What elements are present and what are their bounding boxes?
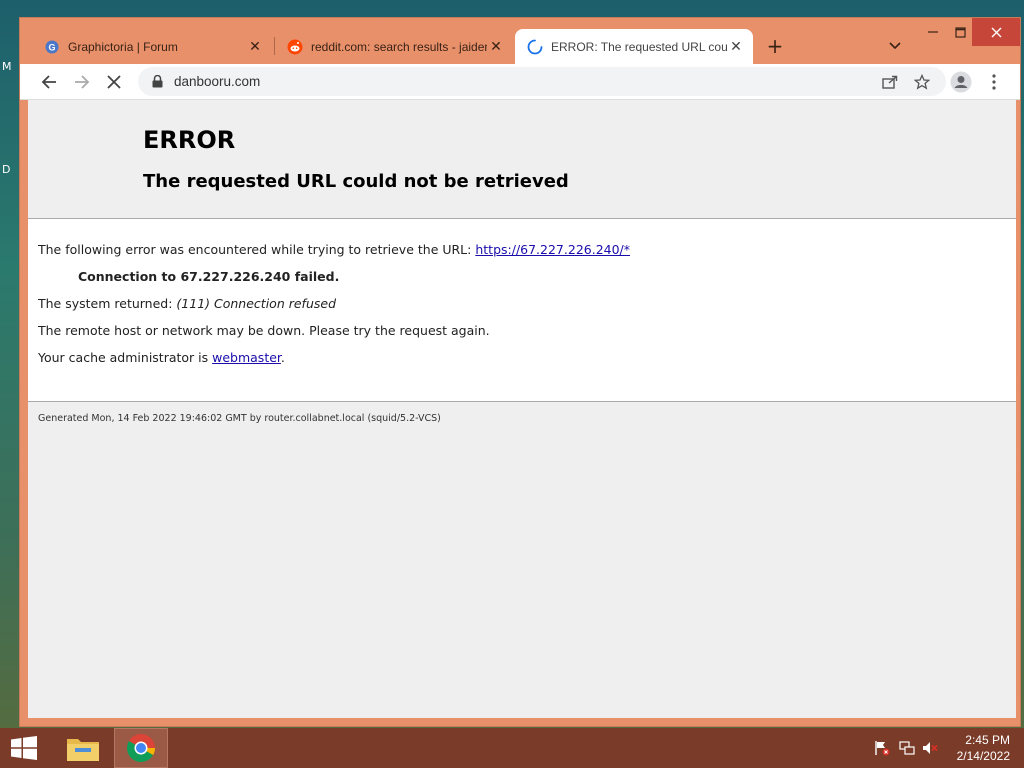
forward-button[interactable] bbox=[69, 69, 95, 95]
tab-error-active[interactable]: ERROR: The requested URL could not be re… bbox=[515, 29, 753, 64]
error-content: The following error was encountered whil… bbox=[28, 219, 1016, 402]
tab-strip: G Graphictoria | Forum ✕ reddit.com: sea… bbox=[20, 18, 1020, 64]
tab-title: ERROR: The requested URL could not be re… bbox=[551, 39, 727, 54]
graphictoria-icon: G bbox=[44, 39, 60, 55]
page-viewport: ERROR The requested URL could not be ret… bbox=[28, 100, 1016, 718]
returned-value: (111) Connection refused bbox=[176, 296, 336, 311]
remote-host-text: The remote host or network may be down. … bbox=[38, 323, 490, 338]
returned-label: The system returned: bbox=[38, 296, 177, 311]
tab-graphictoria[interactable]: G Graphictoria | Forum ✕ bbox=[32, 29, 272, 64]
stop-loading-button[interactable] bbox=[101, 69, 127, 95]
url-text[interactable]: danbooru.com bbox=[174, 74, 260, 89]
tab-title: reddit.com: search results - jaiden bbox=[311, 39, 487, 54]
file-explorer-taskbar-icon[interactable] bbox=[56, 728, 110, 768]
browser-menu-icon[interactable] bbox=[981, 69, 1007, 95]
window-close-button[interactable] bbox=[972, 18, 1020, 46]
generated-footer: Generated Mon, 14 Feb 2022 19:46:02 GMT … bbox=[38, 413, 441, 424]
clock-date: 2/14/2022 bbox=[956, 749, 1010, 763]
admin-text: Your cache administrator is bbox=[38, 350, 213, 365]
windows-start-icon[interactable] bbox=[0, 728, 48, 768]
bookmark-star-icon[interactable] bbox=[909, 69, 935, 95]
webmaster-link[interactable]: webmaster bbox=[212, 350, 281, 365]
taskbar: 2:45 PM 2/14/2022 bbox=[0, 728, 1024, 768]
admin-suffix: . bbox=[280, 350, 285, 365]
close-tab-icon[interactable]: ✕ bbox=[246, 38, 264, 56]
tab-search-chevron-icon[interactable] bbox=[886, 37, 904, 55]
chrome-taskbar-icon[interactable] bbox=[114, 728, 168, 768]
close-tab-icon[interactable]: ✕ bbox=[487, 38, 505, 56]
minimize-button[interactable] bbox=[918, 18, 948, 46]
encounter-text: The following error was encountered whil… bbox=[38, 242, 476, 257]
clock-time: 2:45 PM bbox=[965, 733, 1010, 747]
tab-title: Graphictoria | Forum bbox=[68, 39, 178, 54]
browser-window: G Graphictoria | Forum ✕ reddit.com: sea… bbox=[20, 18, 1020, 726]
system-returned-line: The system returned: (111) Connection re… bbox=[38, 296, 336, 311]
profile-avatar-icon[interactable] bbox=[948, 69, 974, 95]
loading-spinner-icon bbox=[527, 39, 543, 55]
error-title: ERROR bbox=[143, 126, 236, 154]
lock-icon[interactable] bbox=[150, 75, 164, 89]
cache-admin-line: Your cache administrator is webmaster. bbox=[38, 350, 285, 365]
taskbar-clock[interactable]: 2:45 PM 2/14/2022 bbox=[957, 732, 1010, 764]
close-tab-icon[interactable]: ✕ bbox=[727, 38, 745, 56]
connection-failure-text: Connection to 67.227.226.240 failed. bbox=[78, 269, 340, 284]
volume-muted-icon[interactable] bbox=[921, 740, 939, 756]
new-tab-button[interactable]: + bbox=[764, 34, 786, 58]
reddit-icon bbox=[287, 39, 303, 55]
svg-text:G: G bbox=[48, 42, 55, 52]
maximize-button[interactable] bbox=[945, 18, 975, 46]
error-subtitle: The requested URL could not be retrieved bbox=[143, 171, 569, 192]
desktop-icon-label: M bbox=[2, 60, 12, 73]
back-button[interactable] bbox=[36, 69, 62, 95]
address-bar[interactable]: danbooru.com bbox=[138, 67, 946, 96]
action-center-flag-icon[interactable] bbox=[873, 740, 891, 756]
desktop-icon-label: D bbox=[2, 163, 11, 176]
network-icon[interactable] bbox=[898, 740, 916, 756]
tab-reddit[interactable]: reddit.com: search results - jaiden ✕ bbox=[275, 29, 513, 64]
error-header: ERROR The requested URL could not be ret… bbox=[28, 100, 1016, 219]
error-encounter-line: The following error was encountered whil… bbox=[38, 242, 630, 257]
browser-toolbar: danbooru.com bbox=[20, 64, 1020, 100]
requested-url-link[interactable]: https://67.227.226.240/* bbox=[475, 242, 630, 257]
share-icon[interactable] bbox=[877, 69, 903, 95]
